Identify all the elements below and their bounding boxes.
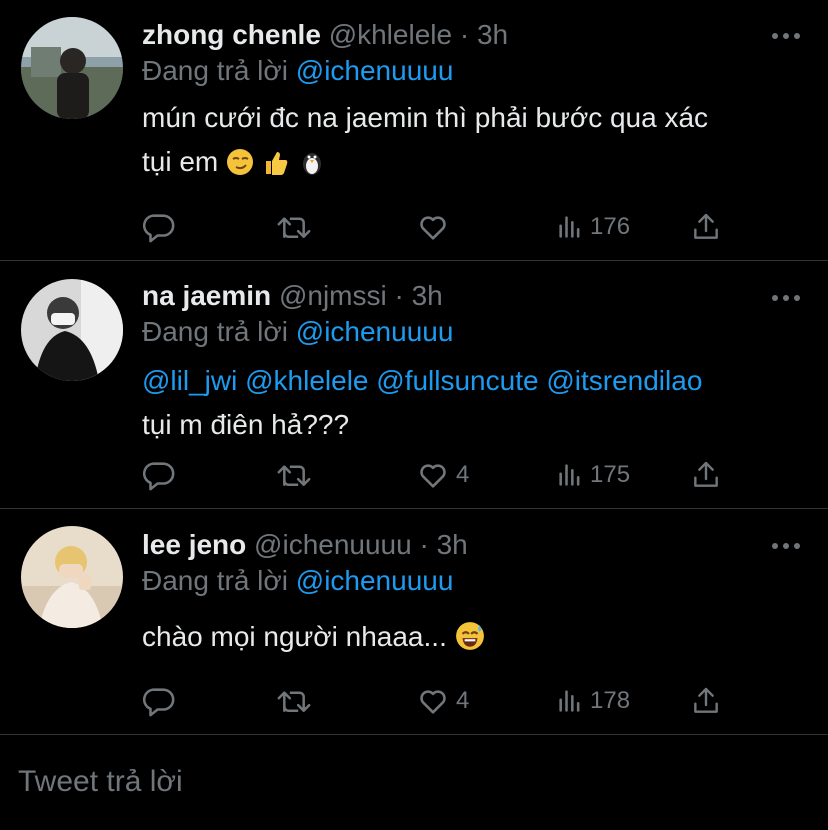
tweet-text: mún cưới đc na jaemin thì phải bước qua … — [142, 96, 812, 189]
avatar[interactable] — [21, 17, 123, 119]
tweet-1[interactable]: zhong chenle @khlelele · 3h Đang trả lời… — [0, 0, 828, 258]
share-button[interactable] — [690, 683, 722, 719]
timestamp[interactable]: 3h — [477, 19, 508, 50]
separator-dot: · — [419, 529, 429, 560]
replying-to-mention[interactable]: @ichenuuuu — [296, 565, 454, 596]
tweet-actions: 4 175 — [142, 457, 742, 493]
retweet-button[interactable] — [276, 209, 312, 245]
views-count: 175 — [590, 461, 631, 488]
retweet-button[interactable] — [276, 457, 312, 493]
replying-to-mention[interactable]: @ichenuuuu — [296, 316, 454, 347]
more-icon[interactable] — [770, 538, 802, 549]
user-handle[interactable]: @njmssi — [279, 280, 387, 311]
reply-button[interactable] — [142, 683, 176, 719]
tweet-text-fragment: tụi em — [142, 146, 219, 177]
replying-to: Đang trả lời @ichenuuuu — [142, 315, 453, 349]
tweet-text-line: chào mọi người nhaaa... — [142, 615, 812, 664]
share-icon — [690, 685, 722, 717]
share-icon — [690, 211, 722, 243]
reply-icon — [142, 458, 176, 492]
views-count: 176 — [590, 213, 631, 240]
replying-to-label: Đang trả lời — [142, 316, 288, 347]
retweet-button[interactable] — [276, 683, 312, 719]
tweet-text: @lil_jwi @khlelele @fullsuncute @itsrend… — [142, 359, 812, 447]
retweet-icon — [276, 210, 312, 244]
reply-button[interactable] — [142, 457, 176, 493]
replying-to-label: Đang trả lời — [142, 565, 288, 596]
more-icon[interactable] — [770, 290, 802, 301]
like-button[interactable] — [416, 209, 456, 245]
reply-button[interactable] — [142, 209, 176, 245]
mention-link[interactable]: @khlelele — [245, 365, 368, 396]
tweet-header: zhong chenle @khlelele · 3h — [142, 18, 508, 52]
timestamp[interactable]: 3h — [437, 529, 468, 560]
like-count: 4 — [456, 461, 470, 488]
like-button[interactable]: 4 — [416, 683, 469, 719]
like-count: 4 — [456, 687, 470, 714]
retweet-icon — [276, 458, 312, 492]
like-button[interactable]: 4 — [416, 457, 469, 493]
views-button[interactable]: 175 — [556, 457, 630, 493]
reply-compose-input[interactable]: Tweet trả lời — [18, 762, 183, 802]
tweet-actions: 4 178 — [142, 683, 742, 719]
like-icon — [416, 458, 450, 492]
more-icon[interactable] — [770, 28, 802, 39]
reply-icon — [142, 210, 176, 244]
like-icon — [416, 210, 450, 244]
views-button[interactable]: 178 — [556, 683, 630, 719]
tweet-2[interactable]: na jaemin @njmssi · 3h Đang trả lời @ich… — [0, 261, 828, 507]
views-icon — [556, 687, 584, 715]
tweet-actions: 176 — [142, 209, 742, 245]
thumbs-up-emoji — [262, 145, 290, 189]
penguin-emoji — [298, 145, 326, 189]
views-icon — [556, 461, 584, 489]
user-handle[interactable]: @khlelele — [329, 19, 452, 50]
reply-icon — [142, 684, 176, 718]
share-icon — [690, 459, 722, 491]
display-name[interactable]: lee jeno — [142, 529, 246, 560]
tweet-text-line: @lil_jwi @khlelele @fullsuncute @itsrend… — [142, 359, 812, 403]
retweet-icon — [276, 684, 312, 718]
separator-dot: · — [459, 19, 470, 50]
display-name[interactable]: zhong chenle — [142, 19, 321, 50]
tweet-header: na jaemin @njmssi · 3h — [142, 279, 443, 313]
smirk-emoji — [226, 145, 254, 189]
avatar[interactable] — [21, 526, 123, 628]
mention-link[interactable]: @lil_jwi — [142, 365, 237, 396]
tweet-text-line: mún cưới đc na jaemin thì phải bước qua … — [142, 102, 709, 133]
mention-link[interactable]: @itsrendilao — [546, 365, 702, 396]
replying-to-label: Đang trả lời — [142, 55, 288, 86]
avatar[interactable] — [21, 279, 123, 381]
replying-to-mention[interactable]: @ichenuuuu — [296, 55, 454, 86]
views-button[interactable]: 176 — [556, 209, 630, 245]
share-button[interactable] — [690, 209, 722, 245]
share-button[interactable] — [690, 457, 722, 493]
replying-to: Đang trả lời @ichenuuuu — [142, 54, 453, 88]
tweet-text-line: tụi m điên hả??? — [142, 409, 350, 440]
tweet-text: chào mọi người nhaaa... — [142, 615, 812, 664]
replying-to: Đang trả lời @ichenuuuu — [142, 564, 453, 598]
views-count: 178 — [590, 687, 631, 714]
mention-link[interactable]: @fullsuncute — [376, 365, 538, 396]
display-name[interactable]: na jaemin — [142, 280, 271, 311]
user-handle[interactable]: @ichenuuuu — [254, 529, 412, 560]
timestamp[interactable]: 3h — [412, 280, 443, 311]
sweat-smile-emoji — [455, 620, 485, 664]
tweet-header: lee jeno @ichenuuuu · 3h — [142, 528, 468, 562]
views-icon — [556, 213, 584, 241]
separator-dot: · — [394, 280, 404, 311]
divider — [0, 734, 828, 735]
like-icon — [416, 684, 450, 718]
tweet-3[interactable]: lee jeno @ichenuuuu · 3h Đang trả lời @i… — [0, 509, 828, 733]
tweet-text-line: tụi em — [142, 140, 812, 189]
tweet-text-fragment: chào mọi người nhaaa... — [142, 621, 447, 652]
